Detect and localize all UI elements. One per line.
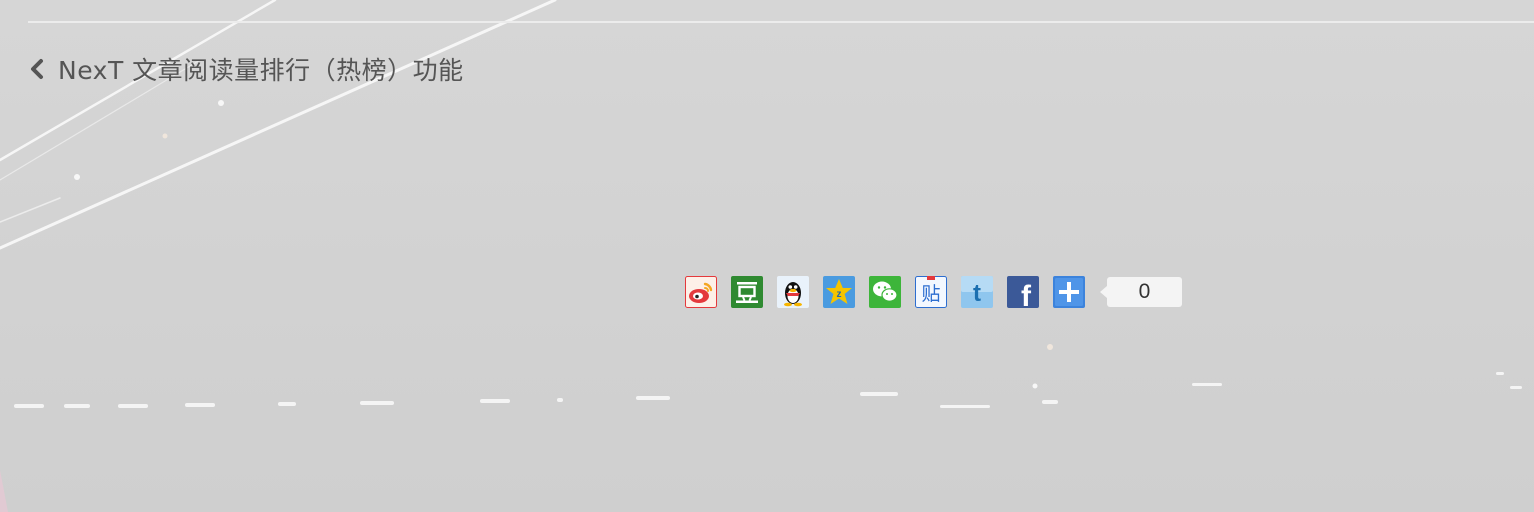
prev-post-title: NexT 文章阅读量排行（热榜）功能 (58, 56, 464, 85)
plus-icon (1053, 276, 1085, 308)
share-toolbar: z 贴 t f 0 (685, 276, 1182, 308)
share-more-button[interactable] (1053, 276, 1085, 308)
weibo-icon (685, 276, 717, 308)
svg-text:z: z (837, 289, 842, 300)
qq-penguin-icon (777, 276, 809, 308)
share-count-value: 0 (1138, 280, 1151, 303)
prev-post-link[interactable]: NexT 文章阅读量排行（热榜）功能 (28, 50, 464, 88)
share-twitter-button[interactable]: t (961, 276, 993, 308)
wechat-icon (869, 276, 901, 308)
share-qq-button[interactable] (777, 276, 809, 308)
share-douban-button[interactable] (731, 276, 763, 308)
share-tieba-button[interactable]: 贴 (915, 276, 947, 308)
qzone-star-icon: z (823, 276, 855, 308)
twitter-icon: t (961, 276, 993, 308)
share-weibo-button[interactable] (685, 276, 717, 308)
share-count-pointer (1100, 286, 1107, 298)
chevron-left-icon (28, 58, 46, 80)
facebook-icon: f (1007, 276, 1039, 308)
svg-text:贴: 贴 (921, 283, 940, 305)
svg-text:t: t (973, 280, 981, 307)
share-wechat-button[interactable] (869, 276, 901, 308)
share-count: 0 (1100, 277, 1182, 307)
share-qzone-button[interactable]: z (823, 276, 855, 308)
svg-text:f: f (1021, 280, 1032, 308)
share-facebook-button[interactable]: f (1007, 276, 1039, 308)
douban-icon (731, 276, 763, 308)
tieba-icon: 贴 (915, 276, 947, 308)
post-footer-divider (28, 21, 1534, 23)
